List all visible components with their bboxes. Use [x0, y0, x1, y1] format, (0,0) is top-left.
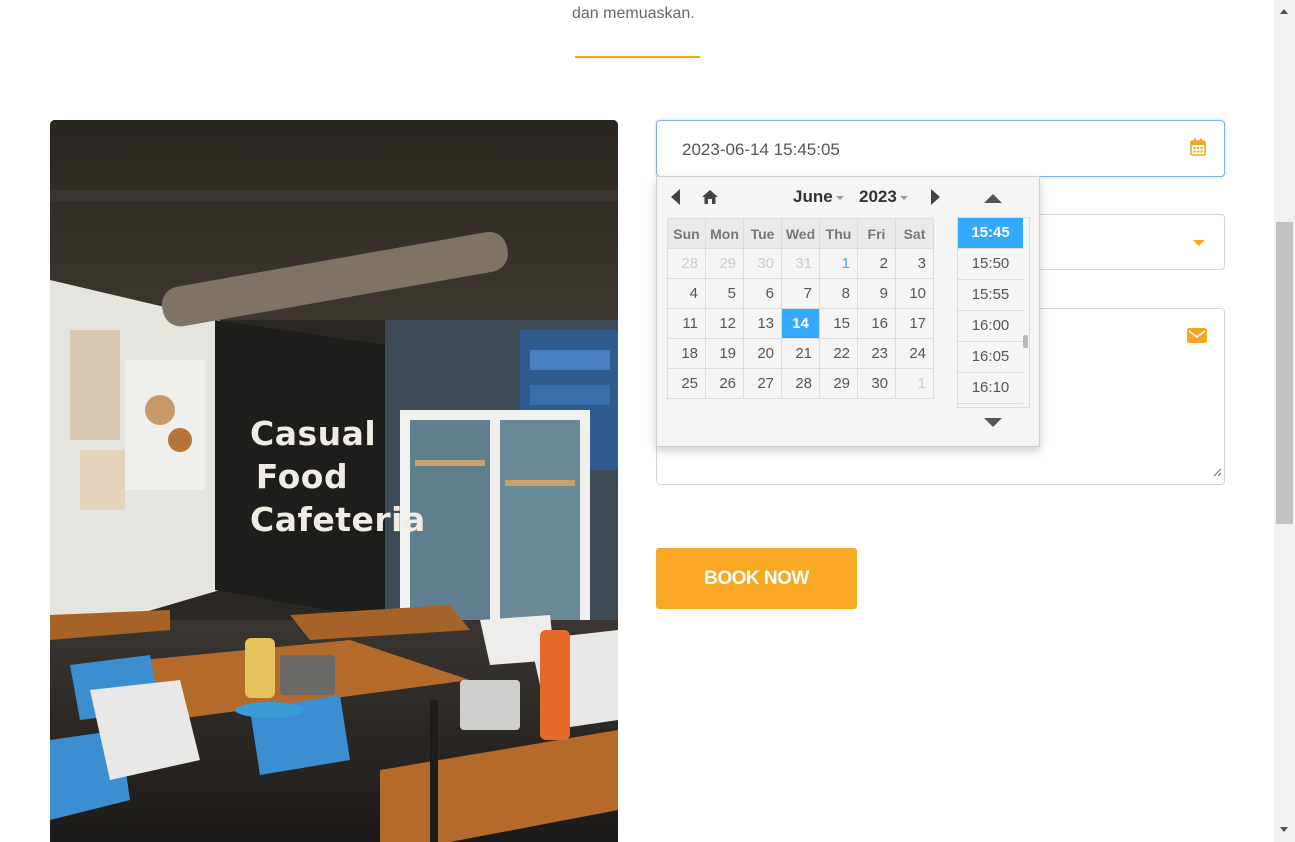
time-list-scrollbar[interactable]: [1023, 335, 1028, 348]
calendar-day[interactable]: 21: [781, 338, 820, 369]
cafeteria-photo: Casual Food Cafeteria: [50, 120, 618, 842]
calendar-day[interactable]: 27: [743, 368, 782, 399]
calendar-day[interactable]: 8: [819, 278, 858, 309]
time-option[interactable]: 16:10: [958, 373, 1023, 404]
time-option-selected[interactable]: 15:45: [958, 218, 1023, 249]
calendar-day-selected[interactable]: 14: [781, 308, 820, 339]
calendar-day[interactable]: 7: [781, 278, 820, 309]
scroll-up-icon[interactable]: [1280, 9, 1288, 14]
calendar-week-row: 28 29 30 31 1 2 3: [667, 248, 934, 279]
calendar-day[interactable]: 31: [781, 248, 820, 279]
title-divider: [575, 56, 700, 58]
calendar-day[interactable]: 19: [705, 338, 744, 369]
calendar-day[interactable]: 9: [857, 278, 896, 309]
sign-line: Cafeteria: [250, 500, 426, 539]
home-icon[interactable]: [701, 189, 719, 210]
calendar-day[interactable]: 3: [895, 248, 934, 279]
calendar-day[interactable]: 24: [895, 338, 934, 369]
calendar-day[interactable]: 26: [705, 368, 744, 399]
calendar-day[interactable]: 28: [781, 368, 820, 399]
calendar-day[interactable]: 12: [705, 308, 744, 339]
scroll-down-icon[interactable]: [1280, 827, 1288, 832]
calendar-day[interactable]: 17: [895, 308, 934, 339]
resize-handle[interactable]: [1212, 464, 1222, 482]
next-month-icon[interactable]: [931, 189, 940, 205]
time-scroll-down-icon[interactable]: [984, 418, 1002, 427]
weekday-header-row: Sun Mon Tue Wed Thu Fri Sat: [667, 218, 934, 249]
calendar-day[interactable]: 20: [743, 338, 782, 369]
calendar-day[interactable]: 29: [819, 368, 858, 399]
calendar-week-row: 4 5 6 7 8 9 10: [667, 278, 934, 309]
datetime-picker: June 2023 Sun Mon Tue Wed Thu Fri Sat 28…: [656, 176, 1040, 447]
datetime-field[interactable]: 2023-06-14 15:45:05: [656, 120, 1225, 177]
time-option[interactable]: 16:00: [958, 311, 1023, 342]
sign-line: Casual: [250, 414, 377, 453]
year-dropdown-arrow-icon: [899, 195, 908, 200]
envelope-icon: [1187, 328, 1207, 348]
time-option[interactable]: 16:05: [958, 342, 1023, 373]
calendar-day[interactable]: 30: [743, 248, 782, 279]
calendar-day[interactable]: 29: [705, 248, 744, 279]
page-scrollbar[interactable]: [1274, 0, 1295, 842]
calendar-day[interactable]: 23: [857, 338, 896, 369]
calendar-day[interactable]: 11: [667, 308, 706, 339]
caret-down-icon: [1193, 240, 1205, 246]
calendar-day[interactable]: 28: [667, 248, 706, 279]
weekday-label: Thu: [819, 218, 858, 249]
time-list: 15:45 15:50 15:55 16:00 16:05 16:10: [957, 217, 1030, 408]
month-label: June: [793, 187, 833, 206]
calendar-day[interactable]: 4: [667, 278, 706, 309]
calendar-week-row: 11 12 13 14 15 16 17: [667, 308, 934, 339]
weekday-label: Wed: [781, 218, 820, 249]
book-now-button[interactable]: BOOK NOW: [656, 548, 857, 609]
scroll-thumb[interactable]: [1276, 222, 1293, 524]
calendar-day[interactable]: 18: [667, 338, 706, 369]
time-option[interactable]: 15:55: [958, 280, 1023, 311]
weekday-label: Fri: [857, 218, 896, 249]
calendar-day[interactable]: 2: [857, 248, 896, 279]
year-label: 2023: [859, 187, 897, 206]
calendar-day[interactable]: 1: [895, 368, 934, 399]
weekday-label: Sat: [895, 218, 934, 249]
calendar-day[interactable]: 13: [743, 308, 782, 339]
calendar-week-row: 25 26 27 28 29 30 1: [667, 368, 934, 399]
calendar-day[interactable]: 15: [819, 308, 858, 339]
calendar-day[interactable]: 30: [857, 368, 896, 399]
sign-line: Food: [255, 457, 349, 496]
intro-text: dan memuaskan.: [572, 5, 695, 22]
month-select[interactable]: June: [793, 187, 844, 207]
weekday-label: Tue: [743, 218, 782, 249]
weekday-label: Sun: [667, 218, 706, 249]
calendar-day[interactable]: 16: [857, 308, 896, 339]
month-dropdown-arrow-icon: [835, 195, 844, 200]
calendar-icon: [1190, 138, 1206, 161]
time-scroll-up-icon[interactable]: [984, 194, 1002, 203]
datetime-value[interactable]: 2023-06-14 15:45:05: [682, 140, 840, 160]
calendar-day[interactable]: 5: [705, 278, 744, 309]
weekday-label: Mon: [705, 218, 744, 249]
calendar-grid: Sun Mon Tue Wed Thu Fri Sat 28 29 30 31 …: [667, 218, 934, 399]
cafeteria-sign-text: Casual Food Cafeteria: [250, 412, 426, 541]
calendar-day[interactable]: 6: [743, 278, 782, 309]
prev-month-icon[interactable]: [671, 189, 680, 205]
calendar-day[interactable]: 22: [819, 338, 858, 369]
calendar-week-row: 18 19 20 21 22 23 24: [667, 338, 934, 369]
year-select[interactable]: 2023: [859, 187, 908, 207]
calendar-day[interactable]: 1: [819, 248, 858, 279]
time-option[interactable]: 15:50: [958, 249, 1023, 280]
calendar-day[interactable]: 10: [895, 278, 934, 309]
calendar-day[interactable]: 25: [667, 368, 706, 399]
